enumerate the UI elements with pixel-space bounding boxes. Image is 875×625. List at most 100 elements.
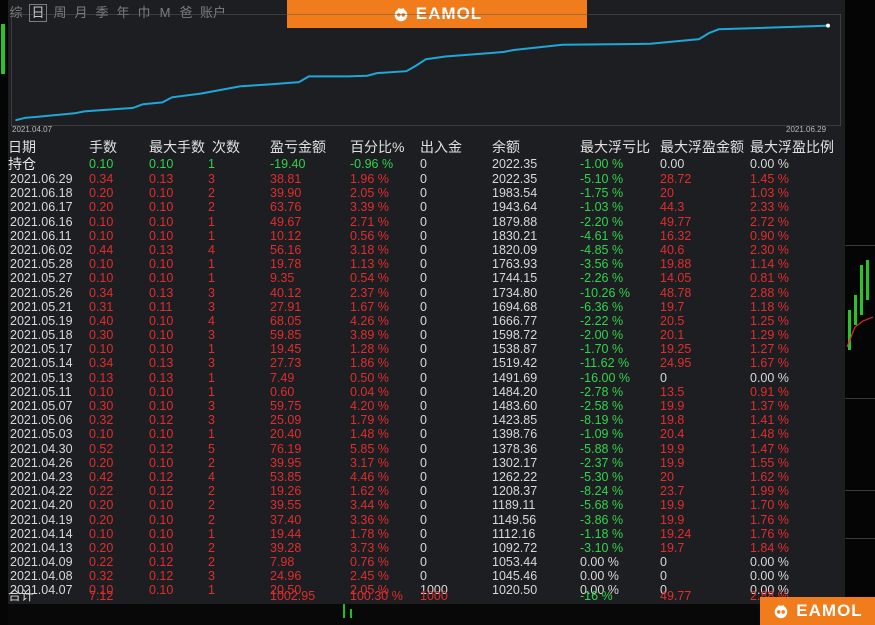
table-row[interactable]: 2021.04.19 0.20 0.10 2 37.40 3.36 % 0 1149.56 -3…: [8, 513, 845, 527]
cell-lots: 0.20: [89, 498, 114, 513]
cell-max-float-profit-ratio: 0.00 %: [750, 555, 789, 570]
table-row[interactable]: 2021.05.21 0.31 0.11 3 27.91 1.67 % 0 1694.68 -6…: [8, 300, 845, 314]
equity-point: [25, 116, 27, 119]
cell-max-lots: 0.13: [149, 242, 174, 257]
cell-deposit: 0: [420, 228, 427, 243]
cell-lots: 0.20: [89, 540, 114, 555]
cell-date: 2021.06.11: [10, 228, 72, 243]
table-row[interactable]: 2021.06.11 0.10 0.10 1 10.12 0.56 % 0 1830.21 -4…: [8, 229, 845, 243]
table-row[interactable]: 2021.05.27 0.10 0.10 1 9.35 0.54 % 0 1744.15 -2.…: [8, 271, 845, 285]
cell-max-lots: 0.13: [149, 370, 174, 385]
volume-bar: [350, 609, 352, 618]
cell-balance: 1820.09: [492, 242, 538, 257]
cell-date: 2021.04.09: [10, 555, 73, 570]
table-row[interactable]: 2021.05.11 0.10 0.10 1 0.60 0.04 % 0 1484.20 -2.…: [8, 385, 845, 399]
column-header-date[interactable]: 日期: [8, 138, 36, 156]
column-header-pnl[interactable]: 盈亏金额: [270, 138, 326, 156]
table-row[interactable]: 2021.04.23 0.42 0.12 4 53.85 4.46 % 0 1262.22 -5…: [8, 470, 845, 484]
column-header-count[interactable]: 次数: [212, 138, 240, 156]
column-header-lots[interactable]: 手数: [89, 138, 117, 156]
column-header-max-float-loss[interactable]: 最大浮亏比: [580, 138, 650, 156]
cell-lots: 0.10: [89, 427, 114, 442]
column-header-deposit[interactable]: 出入金: [420, 138, 462, 156]
table-row[interactable]: 2021.04.20 0.20 0.10 2 39.55 3.44 % 0 1189.11 -5…: [8, 498, 845, 512]
cell-max-float-loss: -6.36 %: [580, 299, 624, 314]
column-header-max-lots[interactable]: 最大手数: [149, 138, 205, 156]
cell-lots: 0.10: [89, 214, 114, 229]
cell-count: 3: [208, 328, 215, 343]
cell-pnl: 39.90: [270, 186, 302, 201]
column-header-balance[interactable]: 余额: [492, 138, 520, 156]
table-row[interactable]: 2021.04.13 0.20 0.10 2 39.28 3.73 % 0 1092.72 -3…: [8, 541, 845, 555]
cell-lots: 0.13: [89, 370, 114, 385]
cell-max-float-loss: -2.37 %: [580, 455, 624, 470]
table-row[interactable]: 2021.04.26 0.20 0.10 2 39.95 3.17 % 0 1302.17 -2…: [8, 456, 845, 470]
cell-deposit: 0: [420, 328, 427, 343]
cell-deposit: 0: [420, 441, 427, 456]
cell-max-float-profit-ratio: 0.00 %: [750, 370, 789, 385]
table-row[interactable]: 2021.04.30 0.52 0.12 5 76.19 5.85 % 0 1378.36 -5…: [8, 442, 845, 456]
cell-count: 4: [208, 313, 215, 328]
cell-pnl: 20.40: [270, 427, 302, 442]
column-header-percent[interactable]: 百分比%: [350, 138, 404, 156]
cell-percent: 3.73 %: [350, 540, 389, 555]
column-header-max-float-profit-ratio[interactable]: 最大浮盈比例: [750, 138, 834, 156]
equity-point: [649, 43, 652, 45]
table-row[interactable]: 2021.06.18 0.20 0.10 2 39.90 2.05 % 0 1983.54 -1…: [8, 186, 845, 200]
cell-deposit: 0: [420, 484, 427, 499]
cell-max-float-loss: -2.22 %: [580, 313, 624, 328]
cell-pnl: 10.12: [270, 228, 302, 243]
table-row[interactable]: 2021.06.29 0.34 0.13 3 38.81 1.96 % 0 2022.35 -5…: [8, 172, 845, 186]
table-row[interactable]: 2021.06.02 0.44 0.13 4 56.16 3.18 % 0 1820.09 -4…: [8, 243, 845, 257]
cell-lots: 0.10: [89, 257, 114, 272]
cell-percent: 1.96 %: [350, 172, 389, 186]
table-row[interactable]: 2021.04.08 0.32 0.12 3 24.96 2.45 % 0 1045.46 0.…: [8, 569, 845, 583]
table-row[interactable]: 2021.05.13 0.13 0.13 1 7.49 0.50 % 0 1491.69 -16…: [8, 371, 845, 385]
cell-balance: 1302.17: [492, 455, 538, 470]
cell-date: 2021.05.13: [10, 370, 73, 385]
cell-pnl: 49.67: [270, 214, 302, 229]
table-row[interactable]: 2021.05.06 0.32 0.12 3 25.09 1.79 % 0 1423.85 -8…: [8, 413, 845, 427]
cell-pnl: 56.16: [270, 242, 302, 257]
cell-percent: 3.36 %: [350, 512, 389, 527]
table-row[interactable]: 2021.05.28 0.10 0.10 1 19.78 1.13 % 0 1763.93 -3…: [8, 257, 845, 271]
table-row[interactable]: 2021.05.14 0.34 0.13 3 27.73 1.86 % 0 1519.42 -1…: [8, 356, 845, 370]
cell-max-float-profit: 20: [660, 469, 674, 484]
table-row[interactable]: 2021.05.07 0.30 0.10 3 59.75 4.20 % 0 1483.60 -2…: [8, 399, 845, 413]
table-row[interactable]: 2021.06.16 0.10 0.10 1 49.67 2.71 % 0 1879.88 -2…: [8, 215, 845, 229]
table-row[interactable]: 2021.05.18 0.30 0.10 3 59.85 3.89 % 0 1598.72 -2…: [8, 328, 845, 342]
cell-count: 2: [208, 186, 215, 201]
cell-date: 2021.05.27: [10, 271, 73, 286]
cell-pnl: 24.96: [270, 569, 302, 584]
equity-point: [376, 72, 378, 74]
cell-max-float-profit-ratio: 1.18 %: [750, 299, 789, 314]
cell-pnl: 19.44: [270, 526, 302, 541]
equity-point: [405, 70, 408, 72]
equity-point: [708, 32, 710, 34]
cell-balance: 1491.69: [492, 370, 538, 385]
cell-max-lots: 0.10: [149, 427, 174, 442]
cell-balance: 1149.56: [492, 512, 537, 527]
equity-point: [268, 83, 271, 86]
table-row[interactable]: 2021.04.22 0.22 0.12 2 19.26 1.62 % 0 1208.37 -8…: [8, 484, 845, 498]
cell-pnl: 59.85: [270, 328, 302, 343]
cell-max-lots: 0.10: [149, 342, 174, 357]
cell-count: 1: [208, 228, 215, 243]
table-row[interactable]: 2021.04.14 0.10 0.10 1 19.44 1.78 % 0 1112.16 -1…: [8, 527, 845, 541]
table-row[interactable]: 2021.06.17 0.20 0.10 2 63.76 3.39 % 0 1943.64 -1…: [8, 200, 845, 214]
cell-deposit: 0: [420, 242, 427, 257]
holding-row[interactable]: 持仓 0.10 0.10 1 -19.40 -0.96 % 0 2022.35 -1.00 % 0…: [8, 156, 845, 172]
table-row[interactable]: 2021.05.26 0.34 0.13 3 40.12 2.37 % 0 1734.80 -1…: [8, 286, 845, 300]
cell-date: 2021.05.06: [10, 413, 73, 428]
cell-balance: 1694.68: [492, 299, 538, 314]
cell-count: 1: [208, 384, 215, 399]
cell-count: 1: [208, 271, 215, 286]
cell-pnl: -19.40: [270, 157, 306, 171]
table-row[interactable]: 2021.04.09 0.22 0.12 2 7.98 0.76 % 0 1053.44 0.0…: [8, 555, 845, 569]
table-row[interactable]: 2021.05.03 0.10 0.10 1 20.40 1.48 % 0 1398.76 -1…: [8, 427, 845, 441]
column-header-max-float-profit[interactable]: 最大浮盈金额: [660, 138, 744, 156]
cell-max-float-loss: -1.75 %: [580, 186, 624, 201]
table-row[interactable]: 2021.05.17 0.10 0.10 1 19.45 1.28 % 0 1538.87 -1…: [8, 342, 845, 356]
table-row[interactable]: 2021.05.19 0.40 0.10 4 68.05 4.26 % 0 1666.77 -2…: [8, 314, 845, 328]
cell-max-float-loss: -8.24 %: [580, 484, 624, 499]
